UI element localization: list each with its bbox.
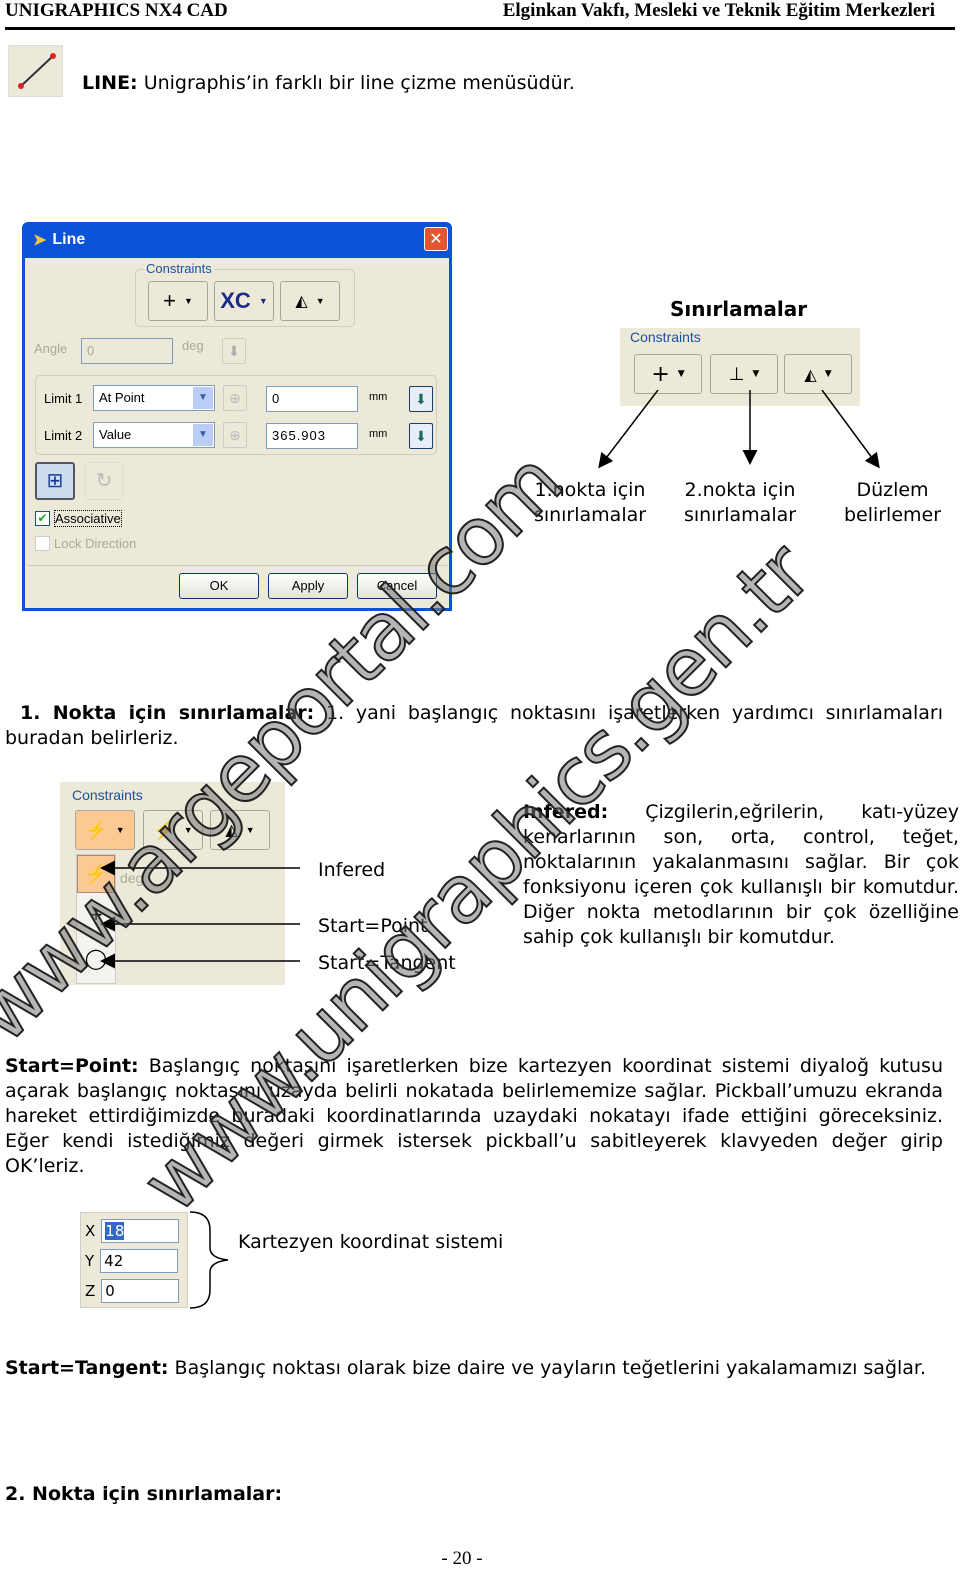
para-start-point: Start=Point: Başlangıç noktasını işaretl…	[5, 1055, 943, 1177]
plane-constraint-button[interactable]: ◭ ▼	[280, 281, 340, 321]
line-icon	[8, 45, 63, 97]
angle-label: Angle	[34, 341, 68, 356]
limit1-input[interactable]: 0	[266, 386, 358, 412]
close-button[interactable]: ✕	[424, 227, 448, 251]
chevron-down-icon: ▼	[193, 424, 213, 446]
point2-constraint-button[interactable]: ⊥ ▼	[710, 354, 778, 394]
label-infered: Infered	[318, 859, 386, 881]
chevron-down-icon: ▼	[193, 387, 213, 409]
coords-caption: Kartezyen koordinat sistemi	[238, 1231, 504, 1253]
sinirlamalar-title: Sınırlamalar	[670, 297, 808, 321]
brace	[189, 1211, 229, 1309]
constraints-group: Constraints + ▼ XC ▼ ◭ ▼	[135, 261, 355, 327]
para-infered: Infered: Çizgilerin,eğrilerin, katı-yüze…	[523, 801, 959, 948]
limit1-label: Limit 1	[44, 391, 83, 406]
ok-button[interactable]: OK	[179, 573, 259, 599]
line-app-icon: ➤	[33, 232, 47, 249]
point-constraint-button[interactable]: + ▼	[148, 281, 208, 321]
pointer-arrows	[598, 390, 880, 469]
point2-button[interactable]: ⚡ ▼	[143, 810, 203, 850]
limit1-arrow-button[interactable]: ⬇	[409, 386, 433, 412]
apply-button[interactable]: Apply	[268, 573, 348, 599]
point1-constraint-button[interactable]: + ▼	[634, 354, 702, 394]
limit2-point-button[interactable]: ⊕	[223, 422, 247, 448]
limit2-label: Limit 2	[44, 428, 83, 443]
plane-button[interactable]: ◭ ▼	[210, 810, 270, 850]
para-start-tangent: Start=Tangent: Başlangıç noktası olarak …	[5, 1357, 927, 1379]
heading-nokta2: 2. Nokta için sınırlamalar:	[5, 1483, 283, 1505]
dialog-titlebar: ➤ Line	[25, 222, 449, 258]
lock-direction-checkbox[interactable]: Lock Direction	[35, 536, 136, 551]
y-input[interactable]: 42	[100, 1249, 179, 1273]
plane-grid-button[interactable]: ⊞	[35, 462, 75, 500]
infered-button[interactable]: ⚡ ▼	[75, 810, 135, 850]
angle-arrow-button[interactable]: ⬇	[222, 338, 246, 364]
ruler-icon: ◭	[295, 293, 308, 310]
label-start-point: Start=Point	[318, 915, 428, 937]
label-start-tangent: Start=Tangent	[318, 952, 456, 974]
header-rule	[5, 27, 955, 30]
z-input[interactable]: 0	[101, 1279, 180, 1303]
cancel-button[interactable]: Cancel	[357, 573, 437, 599]
limit1-unit: mm	[369, 391, 388, 403]
cycle-solutions-button[interactable]: ↻	[85, 462, 123, 500]
para-nokta1: 1. Nokta için sınırlamalar: 1. yani başl…	[5, 702, 944, 749]
menu-pointer-arrows	[100, 860, 300, 969]
header-right: Elginkan Vakfı, Mesleki ve Teknik Eğitim…	[502, 0, 935, 21]
dialog-title: Line	[52, 231, 86, 248]
xc-constraint-button[interactable]: XC ▼	[214, 281, 274, 321]
limit2-select[interactable]: Value ▼	[93, 422, 215, 448]
label-point2: 2.nokta için sınırlamalar	[683, 479, 797, 526]
page-number: - 20 -	[441, 1548, 483, 1569]
line-dialog: ➤ Line ✕ Constraints + ▼ XC ▼ ◭ ▼ Angle 0 de…	[22, 222, 452, 611]
divider	[27, 565, 447, 566]
plane-constraint-button[interactable]: ◭ ▼	[784, 354, 852, 394]
limit1-point-button[interactable]: ⊕	[223, 385, 247, 411]
check-icon: ✔	[35, 511, 50, 526]
label-plane: Düzlem belirlemer	[843, 479, 942, 526]
intro-text: LINE: Unigraphis’in farklı bir line çizm…	[82, 72, 575, 94]
angle-unit: deg	[182, 338, 204, 353]
limit2-unit: mm	[369, 428, 388, 440]
x-input[interactable]: 18	[101, 1219, 180, 1243]
associative-checkbox[interactable]: ✔ Associative	[35, 510, 122, 527]
angle-input[interactable]: 0	[81, 338, 173, 364]
header-left: UNIGRAPHICS NX4 CAD	[5, 0, 228, 21]
limit2-input[interactable]: 365.903	[266, 423, 358, 449]
limit1-select[interactable]: At Point ▼	[93, 385, 215, 411]
coordinate-dialog: X 18 Y 42 Z0	[80, 1212, 188, 1308]
label-point1: 1.nokta için sınırlamalar	[533, 479, 647, 526]
limit2-arrow-button[interactable]: ⬇	[409, 423, 433, 449]
